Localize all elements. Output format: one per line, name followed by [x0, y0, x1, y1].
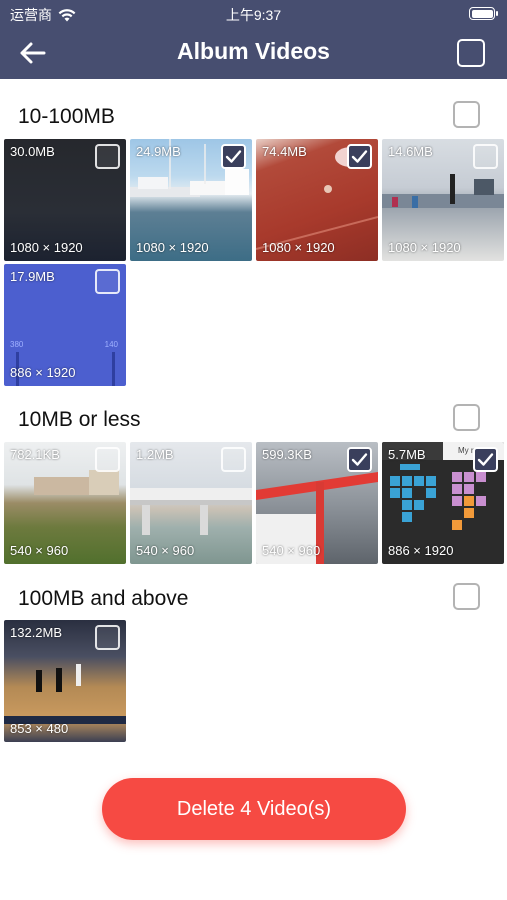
section-title-10mb-or-less: 10MB or less	[18, 408, 141, 431]
select-all-checkbox[interactable]	[457, 39, 485, 67]
status-bar: 运营商 上午9:37	[0, 0, 507, 28]
image-label-140: 140	[104, 340, 118, 349]
video-checkbox[interactable]	[221, 447, 246, 472]
video-resolution: 853 × 480	[10, 721, 69, 736]
section-checkbox-10-100mb[interactable]	[453, 101, 480, 128]
video-checkbox[interactable]	[95, 625, 120, 650]
checkmark-icon	[225, 150, 242, 163]
video-thumb[interactable]: 1.2MB 540 × 960	[130, 442, 252, 564]
clock: 上午9:37	[225, 7, 282, 23]
video-resolution: 1080 × 1920	[388, 240, 461, 255]
video-thumb[interactable]: 14.6MB 1080 × 1920	[382, 139, 504, 261]
video-checkbox[interactable]	[221, 144, 246, 169]
video-checkbox[interactable]	[473, 144, 498, 169]
video-checkbox[interactable]	[347, 144, 372, 169]
video-thumb[interactable]: 599.3KB 540 × 960	[256, 442, 378, 564]
video-thumb[interactable]: 24.9MB 1080 × 1920	[130, 139, 252, 261]
video-thumb[interactable]: 74.4MB 1080 × 1920	[256, 139, 378, 261]
checkmark-icon	[351, 150, 368, 163]
section-title-100mb-and-above: 100MB and above	[18, 587, 189, 610]
video-checkbox[interactable]	[473, 447, 498, 472]
video-thumb[interactable]: My r 5.7MB 886 × 1920	[382, 442, 504, 564]
video-resolution: 886 × 1920	[10, 365, 76, 380]
video-resolution: 886 × 1920	[388, 543, 454, 558]
video-resolution: 1080 × 1920	[10, 240, 83, 255]
delete-videos-button[interactable]: Delete 4 Video(s)	[102, 778, 406, 840]
video-size: 1.2MB	[136, 447, 174, 462]
video-size: 132.2MB	[10, 625, 63, 640]
battery-icon	[469, 7, 498, 20]
section-checkbox-10mb-or-less[interactable]	[453, 404, 480, 431]
video-resolution: 540 × 960	[10, 543, 69, 558]
video-thumb[interactable]: 132.2MB 853 × 480	[4, 620, 126, 742]
video-thumb[interactable]: 380 140 17.9MB 886 × 1920	[4, 264, 126, 386]
video-checkbox[interactable]	[347, 447, 372, 472]
image-label-my: My r	[458, 446, 474, 455]
video-size: 17.9MB	[10, 269, 55, 284]
video-resolution: 540 × 960	[262, 543, 321, 558]
video-resolution: 1080 × 1920	[136, 240, 209, 255]
video-size: 782.1KB	[10, 447, 60, 462]
video-resolution: 540 × 960	[136, 543, 195, 558]
video-resolution: 1080 × 1920	[262, 240, 335, 255]
video-size: 30.0MB	[10, 144, 55, 159]
video-size: 5.7MB	[388, 447, 426, 462]
video-size: 24.9MB	[136, 144, 181, 159]
section-checkbox-100mb-and-above[interactable]	[453, 583, 480, 610]
video-checkbox[interactable]	[95, 144, 120, 169]
video-size: 74.4MB	[262, 144, 307, 159]
image-label-380: 380	[10, 340, 24, 349]
video-size: 599.3KB	[262, 447, 312, 462]
video-checkbox[interactable]	[95, 269, 120, 294]
section-title-10-100mb: 10-100MB	[18, 105, 115, 128]
page-title: Album Videos	[177, 38, 330, 64]
checkmark-icon	[477, 453, 494, 466]
video-thumb[interactable]: 30.0MB 1080 × 1920	[4, 139, 126, 261]
video-checkbox[interactable]	[95, 447, 120, 472]
video-size: 14.6MB	[388, 144, 433, 159]
video-thumb[interactable]: 782.1KB 540 × 960	[4, 442, 126, 564]
checkmark-icon	[351, 453, 368, 466]
app-header: 运营商 上午9:37 Album Videos	[0, 0, 507, 79]
